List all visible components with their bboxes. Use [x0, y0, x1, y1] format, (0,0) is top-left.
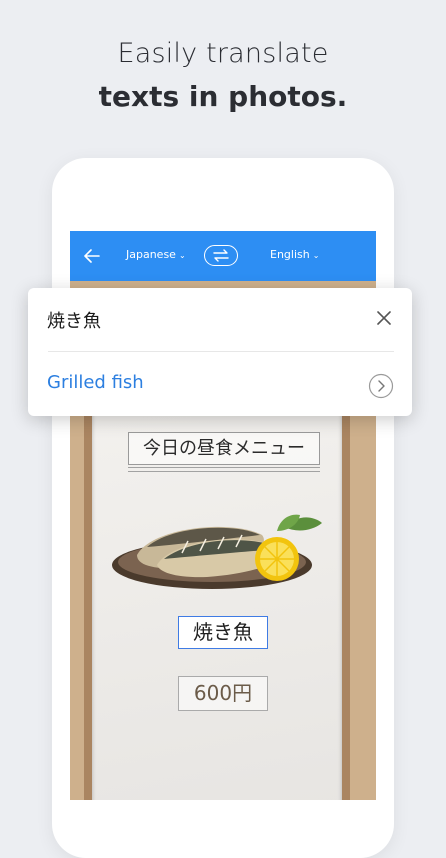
chevron-right-circle-icon[interactable]: [368, 373, 394, 399]
chevron-down-icon: ⌄: [312, 251, 320, 260]
swap-languages-button[interactable]: [204, 245, 238, 266]
popup-divider: [48, 351, 394, 352]
menu-title-text[interactable]: 今日の昼食メニュー: [128, 432, 320, 465]
menu-title-underline: [128, 467, 320, 472]
back-arrow-icon[interactable]: [80, 244, 104, 268]
source-text: 焼き魚: [47, 311, 101, 332]
swap-arrows-icon: [213, 249, 229, 262]
target-language-label: English: [270, 248, 310, 261]
promo-headline-line2: texts in photos.: [98, 80, 348, 113]
source-language-selector[interactable]: Japanese ⌄: [126, 248, 186, 261]
source-language-label: Japanese: [126, 248, 176, 261]
menu-board: 今日の昼食メニュー 焼き魚 600円: [84, 351, 350, 800]
close-icon[interactable]: [374, 308, 394, 328]
menu-dish-text-highlighted[interactable]: 焼き魚: [178, 616, 268, 649]
target-language-selector[interactable]: English ⌄: [270, 248, 319, 261]
menu-board-paper: 今日の昼食メニュー 焼き魚 600円: [92, 359, 342, 800]
top-toolbar: Japanese ⌄ English ⌄: [70, 231, 376, 281]
grilled-fish-image: [112, 514, 322, 589]
promo-headline-line1: Easily translate: [117, 38, 329, 69]
chevron-down-icon: ⌄: [178, 251, 186, 260]
translation-result-link[interactable]: Grilled fish: [47, 372, 144, 393]
menu-price-text[interactable]: 600円: [178, 676, 268, 711]
translation-popup: 焼き魚 Grilled fish: [28, 288, 412, 416]
